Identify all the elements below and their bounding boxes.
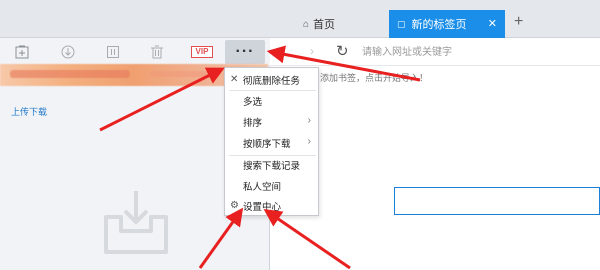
tab-new-page[interactable]: ▢ 新的标签页 ✕ [389,10,505,38]
menu-item-label: 设置中心 [243,202,282,213]
menu-item-search-history[interactable]: 搜索下载记录 [225,156,318,174]
menu-item-download-in-order[interactable]: 按顺序下载 › [225,134,318,152]
content-search-box[interactable] [394,187,600,215]
page-icon: ▢ [397,18,406,29]
download-toolbar: VIP ··· [0,38,270,66]
menu-item-label: 搜索下载记录 [243,161,301,172]
more-options-button[interactable]: ··· [225,40,265,64]
add-task-icon[interactable] [13,43,31,61]
tab-home[interactable]: ⌂ 首页 [283,10,383,38]
annotation-arrow [263,208,351,270]
more-options-menu: ✕ 彻底删除任务 多选 排序 › 按顺序下载 › 搜索下载记录 私人空间 ⚙ 设… [224,67,319,216]
menu-item-label: 私人空间 [243,182,282,193]
upload-download-link[interactable]: 上传下载 [11,105,47,118]
menu-item-private-space[interactable]: 私人空间 [225,177,318,195]
menu-item-label: 按顺序下载 [243,139,291,150]
menu-item-settings-center[interactable]: ⚙ 设置中心 [225,197,318,215]
pause-icon[interactable] [104,43,122,61]
delete-icon[interactable] [148,43,166,61]
close-tab-icon[interactable]: ✕ [488,17,497,30]
chevron-right-icon: › [307,115,311,126]
menu-item-delete-task[interactable]: ✕ 彻底删除任务 [225,71,318,89]
menu-item-label: 彻底删除任务 [243,76,301,87]
blurred-task-info [150,71,220,77]
new-tab-button[interactable]: + [514,14,523,30]
download-icon[interactable] [59,43,77,61]
home-icon: ⌂ [303,18,310,30]
gear-icon: ⚙ [230,200,239,211]
reload-icon[interactable]: ↻ [336,42,349,60]
tab-new-page-label: 新的标签页 [411,19,467,31]
tab-bar: ⌂ 首页 ▢ 新的标签页 ✕ + [0,0,600,38]
forward-icon[interactable]: › [310,44,314,58]
vip-badge[interactable]: VIP [191,46,213,58]
blurred-task-name [10,70,130,78]
tab-home-label: 首页 [313,19,336,31]
menu-divider [229,90,316,91]
empty-download-tray-icon [96,187,176,260]
chevron-right-icon: › [307,136,311,147]
close-icon: ✕ [230,74,239,85]
menu-item-label: 多选 [243,97,263,108]
menu-item-sort[interactable]: 排序 › [225,113,318,131]
menu-item-multi-select[interactable]: 多选 [225,92,318,110]
address-bar: › ↻ [270,38,600,66]
menu-item-label: 排序 [243,118,263,129]
url-input[interactable] [362,45,582,59]
bookmark-import-hint[interactable]: 添加书签，点击开始导入！ [320,71,428,84]
